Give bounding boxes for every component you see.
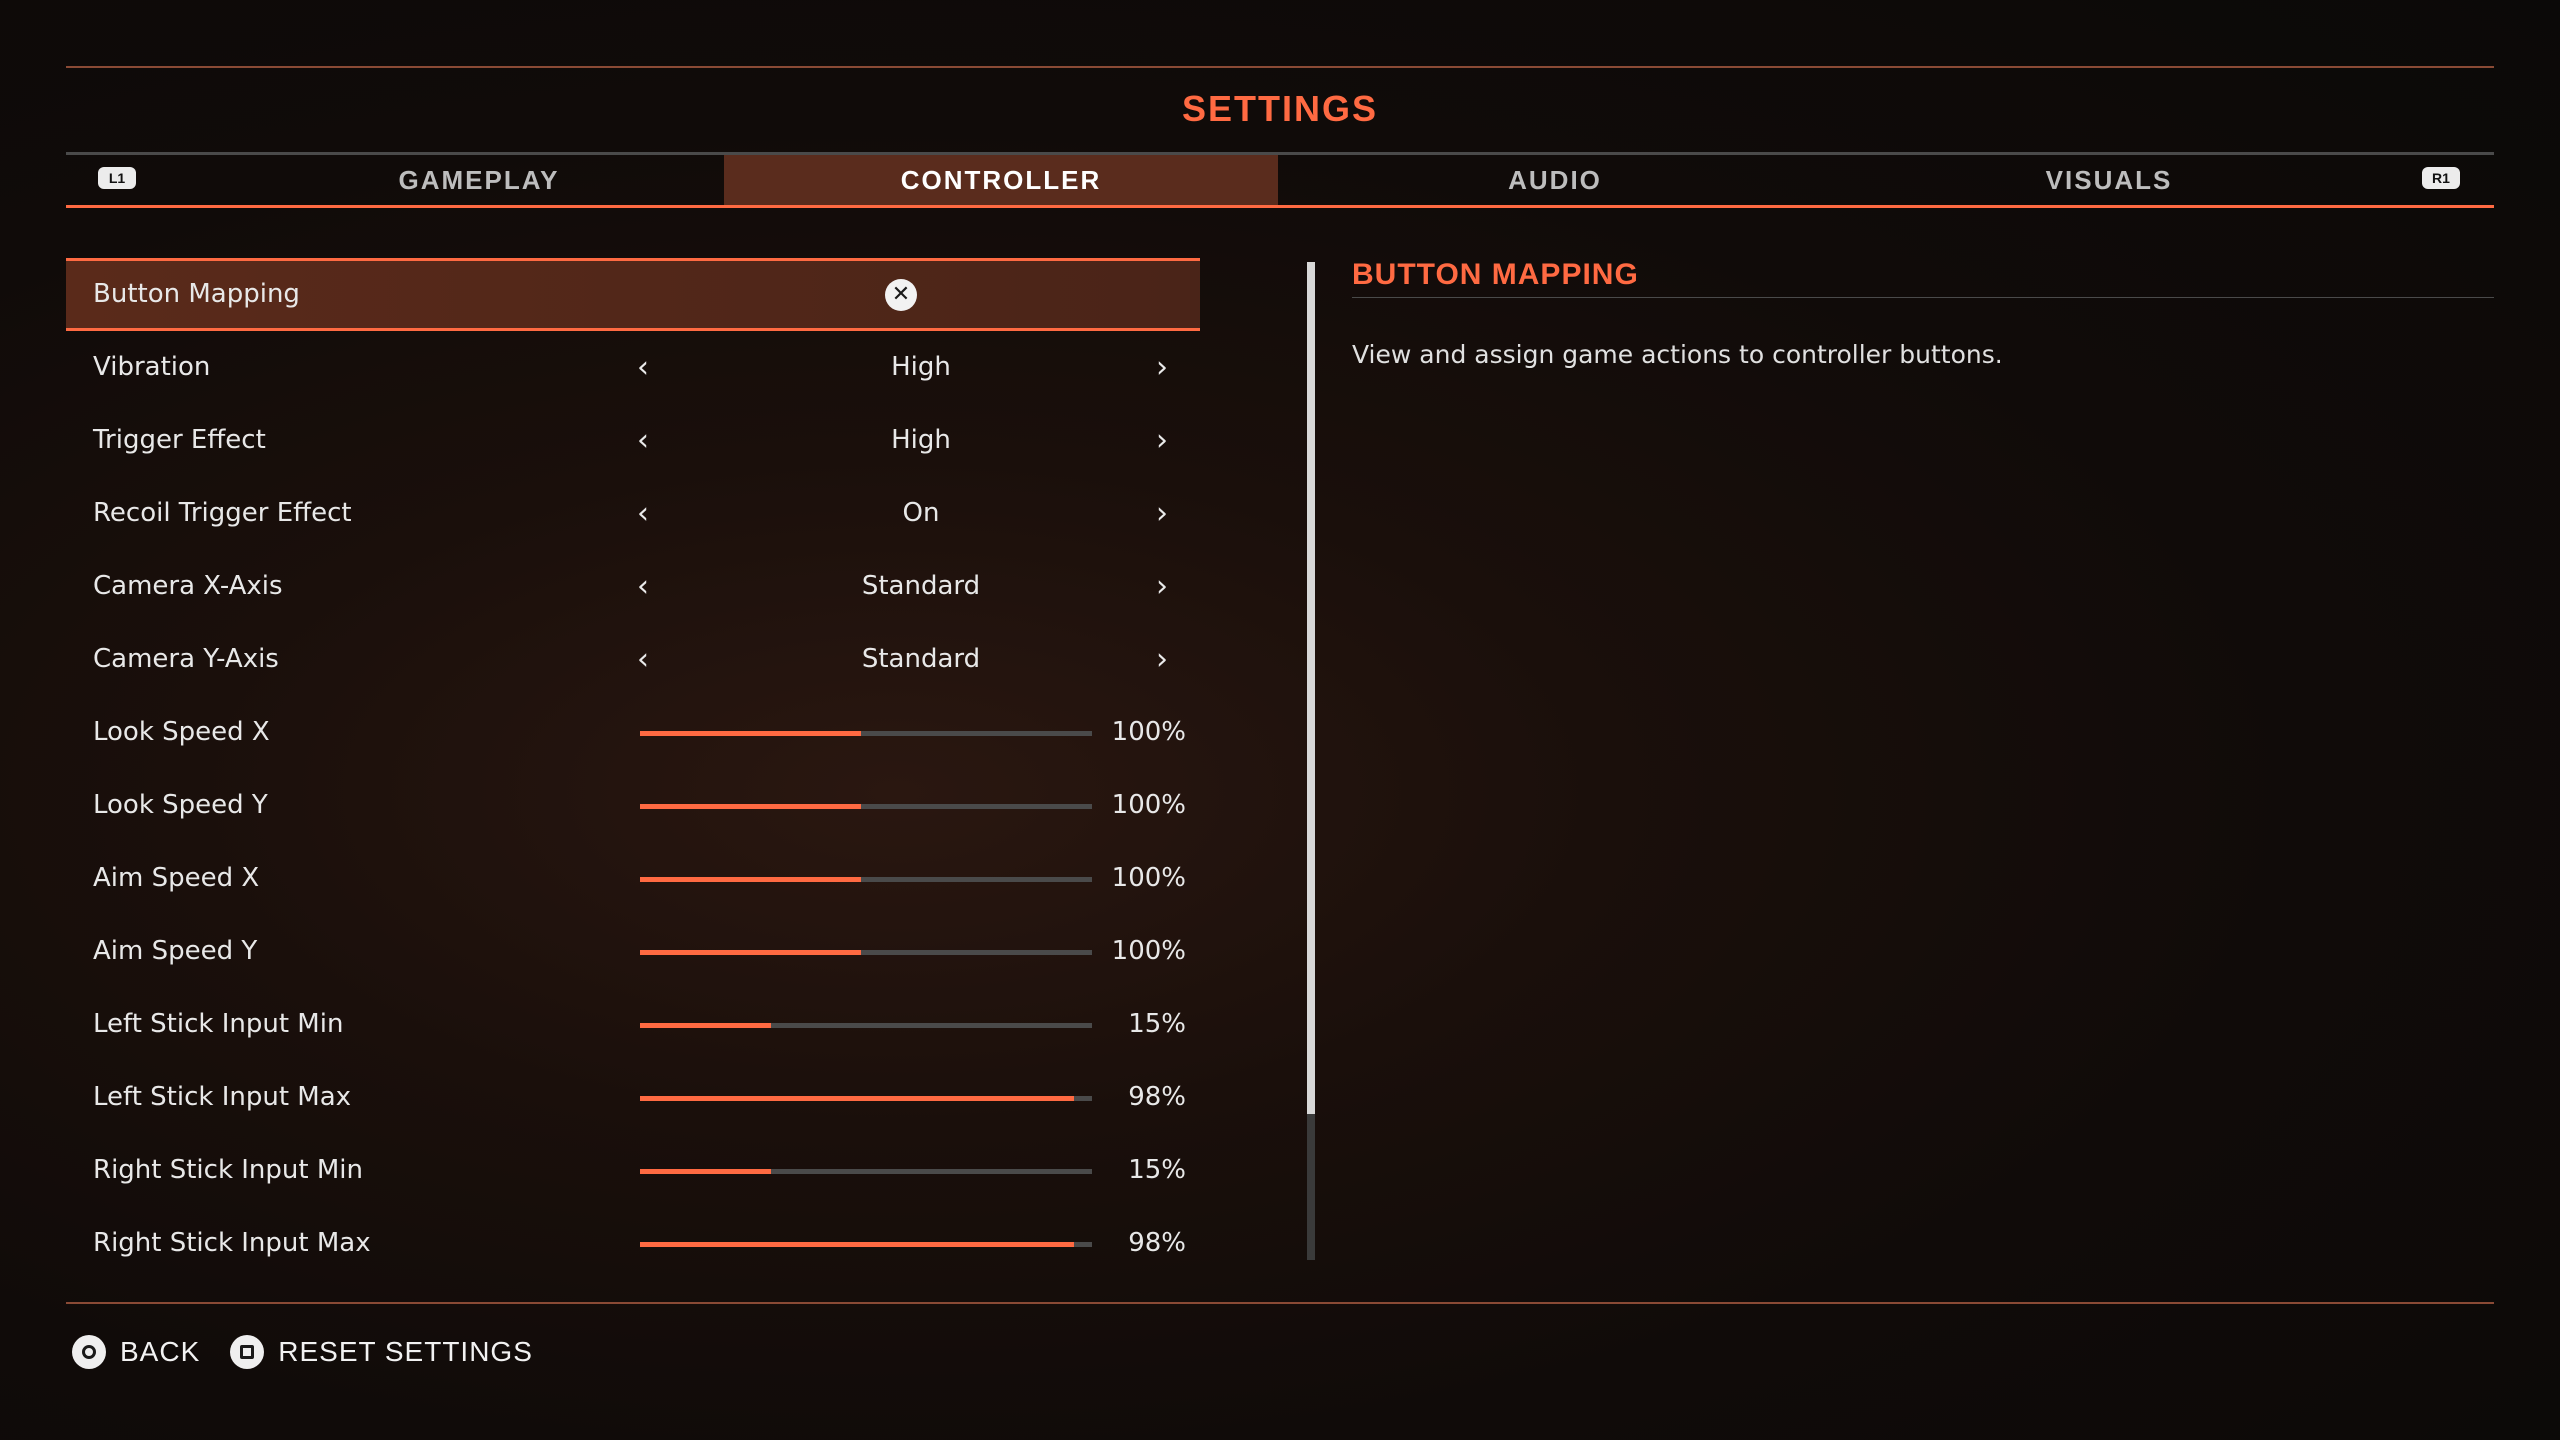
slider-fill [640, 1242, 1074, 1247]
tab-gameplay[interactable]: GAMEPLAY [168, 155, 790, 205]
square-button-icon [230, 1335, 265, 1369]
setting-row-button-mapping[interactable]: Button Mapping ✕ [66, 258, 1200, 331]
setting-label: Aim Speed Y [93, 936, 258, 966]
footer-bar: BACK RESET SETTINGS [72, 1332, 563, 1372]
scrollbar[interactable] [1307, 262, 1315, 1260]
setting-label: Camera X-Axis [93, 571, 283, 601]
top-divider [66, 66, 2494, 68]
setting-value: High [891, 425, 951, 455]
setting-label: Left Stick Input Min [93, 1009, 344, 1039]
slider-fill [640, 804, 862, 809]
setting-label: Vibration [93, 352, 211, 382]
setting-row-left-stick-input-min[interactable]: Left Stick Input Min 15% [66, 988, 1200, 1061]
slider-value: 100% [1111, 936, 1186, 966]
tab-bar: L1 GAMEPLAY CONTROLLER AUDIO VISUALS R1 [66, 152, 2494, 208]
setting-row-right-stick-input-max[interactable]: Right Stick Input Max 98% [66, 1207, 1200, 1258]
bottom-divider [66, 1302, 2494, 1304]
slider-track[interactable] [640, 877, 1092, 882]
setting-row-aim-speed-y[interactable]: Aim Speed Y 100% [66, 915, 1200, 988]
slider-fill [640, 877, 862, 882]
setting-row-left-stick-input-max[interactable]: Left Stick Input Max 98% [66, 1061, 1200, 1134]
page-title: SETTINGS [1181, 88, 1379, 129]
chevron-left-icon[interactable]: ‹ [637, 550, 649, 623]
reset-settings-button[interactable]: RESET SETTINGS [230, 1335, 533, 1369]
setting-value: High [891, 352, 951, 382]
setting-row-look-speed-x[interactable]: Look Speed X 100% [66, 696, 1200, 769]
setting-row-camera-x-axis[interactable]: Camera X-Axis ‹ Standard › [66, 550, 1200, 623]
slider-track[interactable] [640, 950, 1092, 955]
description-title: BUTTON MAPPING [1352, 258, 1639, 291]
tab-audio[interactable]: AUDIO [1278, 155, 1832, 205]
description-text: View and assign game actions to controll… [1352, 340, 2003, 369]
setting-label: Camera Y-Axis [93, 644, 279, 674]
setting-value: On [902, 498, 940, 528]
chevron-right-icon[interactable]: › [1156, 550, 1168, 623]
setting-label: Aim Speed X [93, 863, 260, 893]
close-x-icon[interactable]: ✕ [885, 279, 917, 311]
setting-row-vibration[interactable]: Vibration ‹ High › [66, 331, 1200, 404]
chevron-left-icon[interactable]: ‹ [637, 477, 649, 550]
r1-bumper-icon[interactable]: R1 [2422, 167, 2460, 189]
setting-value: Standard [861, 644, 981, 674]
chevron-left-icon[interactable]: ‹ [637, 623, 649, 696]
setting-label: Left Stick Input Max [93, 1082, 352, 1112]
tab-label: VISUALS [2045, 164, 2173, 195]
slider-fill [640, 1096, 1074, 1101]
setting-row-trigger-effect[interactable]: Trigger Effect ‹ High › [66, 404, 1200, 477]
settings-list: Button Mapping ✕ Vibration ‹ High › Trigger Ef… [66, 258, 1200, 1258]
setting-row-look-speed-y[interactable]: Look Speed Y 100% [66, 769, 1200, 842]
reset-label: RESET SETTINGS [278, 1336, 533, 1367]
back-button[interactable]: BACK [72, 1335, 200, 1369]
slider-value: 100% [1111, 863, 1186, 893]
back-label: BACK [120, 1336, 201, 1367]
chevron-right-icon[interactable]: › [1156, 623, 1168, 696]
setting-row-right-stick-input-min[interactable]: Right Stick Input Min 15% [66, 1134, 1200, 1207]
setting-label: Right Stick Input Min [93, 1155, 363, 1185]
slider-value: 100% [1111, 790, 1186, 820]
tab-controller[interactable]: CONTROLLER [724, 155, 1278, 205]
slider-track[interactable] [640, 1169, 1092, 1174]
chevron-left-icon[interactable]: ‹ [637, 404, 649, 477]
l1-bumper-icon[interactable]: L1 [98, 167, 136, 189]
setting-label: Recoil Trigger Effect [93, 498, 352, 528]
tab-visuals[interactable]: VISUALS [1832, 155, 2386, 205]
slider-fill [640, 731, 862, 736]
setting-label: Look Speed X [93, 717, 270, 747]
slider-value: 98% [1128, 1082, 1186, 1112]
setting-row-aim-speed-x[interactable]: Aim Speed X 100% [66, 842, 1200, 915]
slider-value: 15% [1128, 1009, 1186, 1039]
chevron-left-icon[interactable]: ‹ [637, 331, 649, 404]
slider-fill [640, 1169, 772, 1174]
tab-label: GAMEPLAY [398, 164, 560, 195]
slider-fill [640, 1023, 772, 1028]
slider-value: 98% [1128, 1228, 1186, 1258]
chevron-right-icon[interactable]: › [1156, 477, 1168, 550]
description-divider [1352, 297, 2494, 298]
slider-fill [640, 950, 862, 955]
slider-track[interactable] [640, 1023, 1092, 1028]
circle-button-icon [72, 1335, 106, 1369]
setting-row-recoil-trigger-effect[interactable]: Recoil Trigger Effect ‹ On › [66, 477, 1200, 550]
setting-label: Trigger Effect [93, 425, 266, 455]
slider-value: 100% [1111, 717, 1186, 747]
setting-value: Standard [861, 571, 981, 601]
setting-label: Right Stick Input Max [93, 1228, 371, 1258]
slider-track[interactable] [640, 1096, 1092, 1101]
slider-track[interactable] [640, 1242, 1092, 1247]
chevron-right-icon[interactable]: › [1156, 404, 1168, 477]
setting-row-camera-y-axis[interactable]: Camera Y-Axis ‹ Standard › [66, 623, 1200, 696]
slider-track[interactable] [640, 731, 1092, 736]
chevron-right-icon[interactable]: › [1156, 331, 1168, 404]
slider-track[interactable] [640, 804, 1092, 809]
setting-label: Look Speed Y [93, 790, 268, 820]
tab-label: AUDIO [1508, 164, 1602, 195]
slider-value: 15% [1128, 1155, 1186, 1185]
tab-label: CONTROLLER [900, 164, 1102, 195]
setting-label: Button Mapping [93, 279, 300, 309]
scrollbar-thumb[interactable] [1307, 262, 1315, 1114]
